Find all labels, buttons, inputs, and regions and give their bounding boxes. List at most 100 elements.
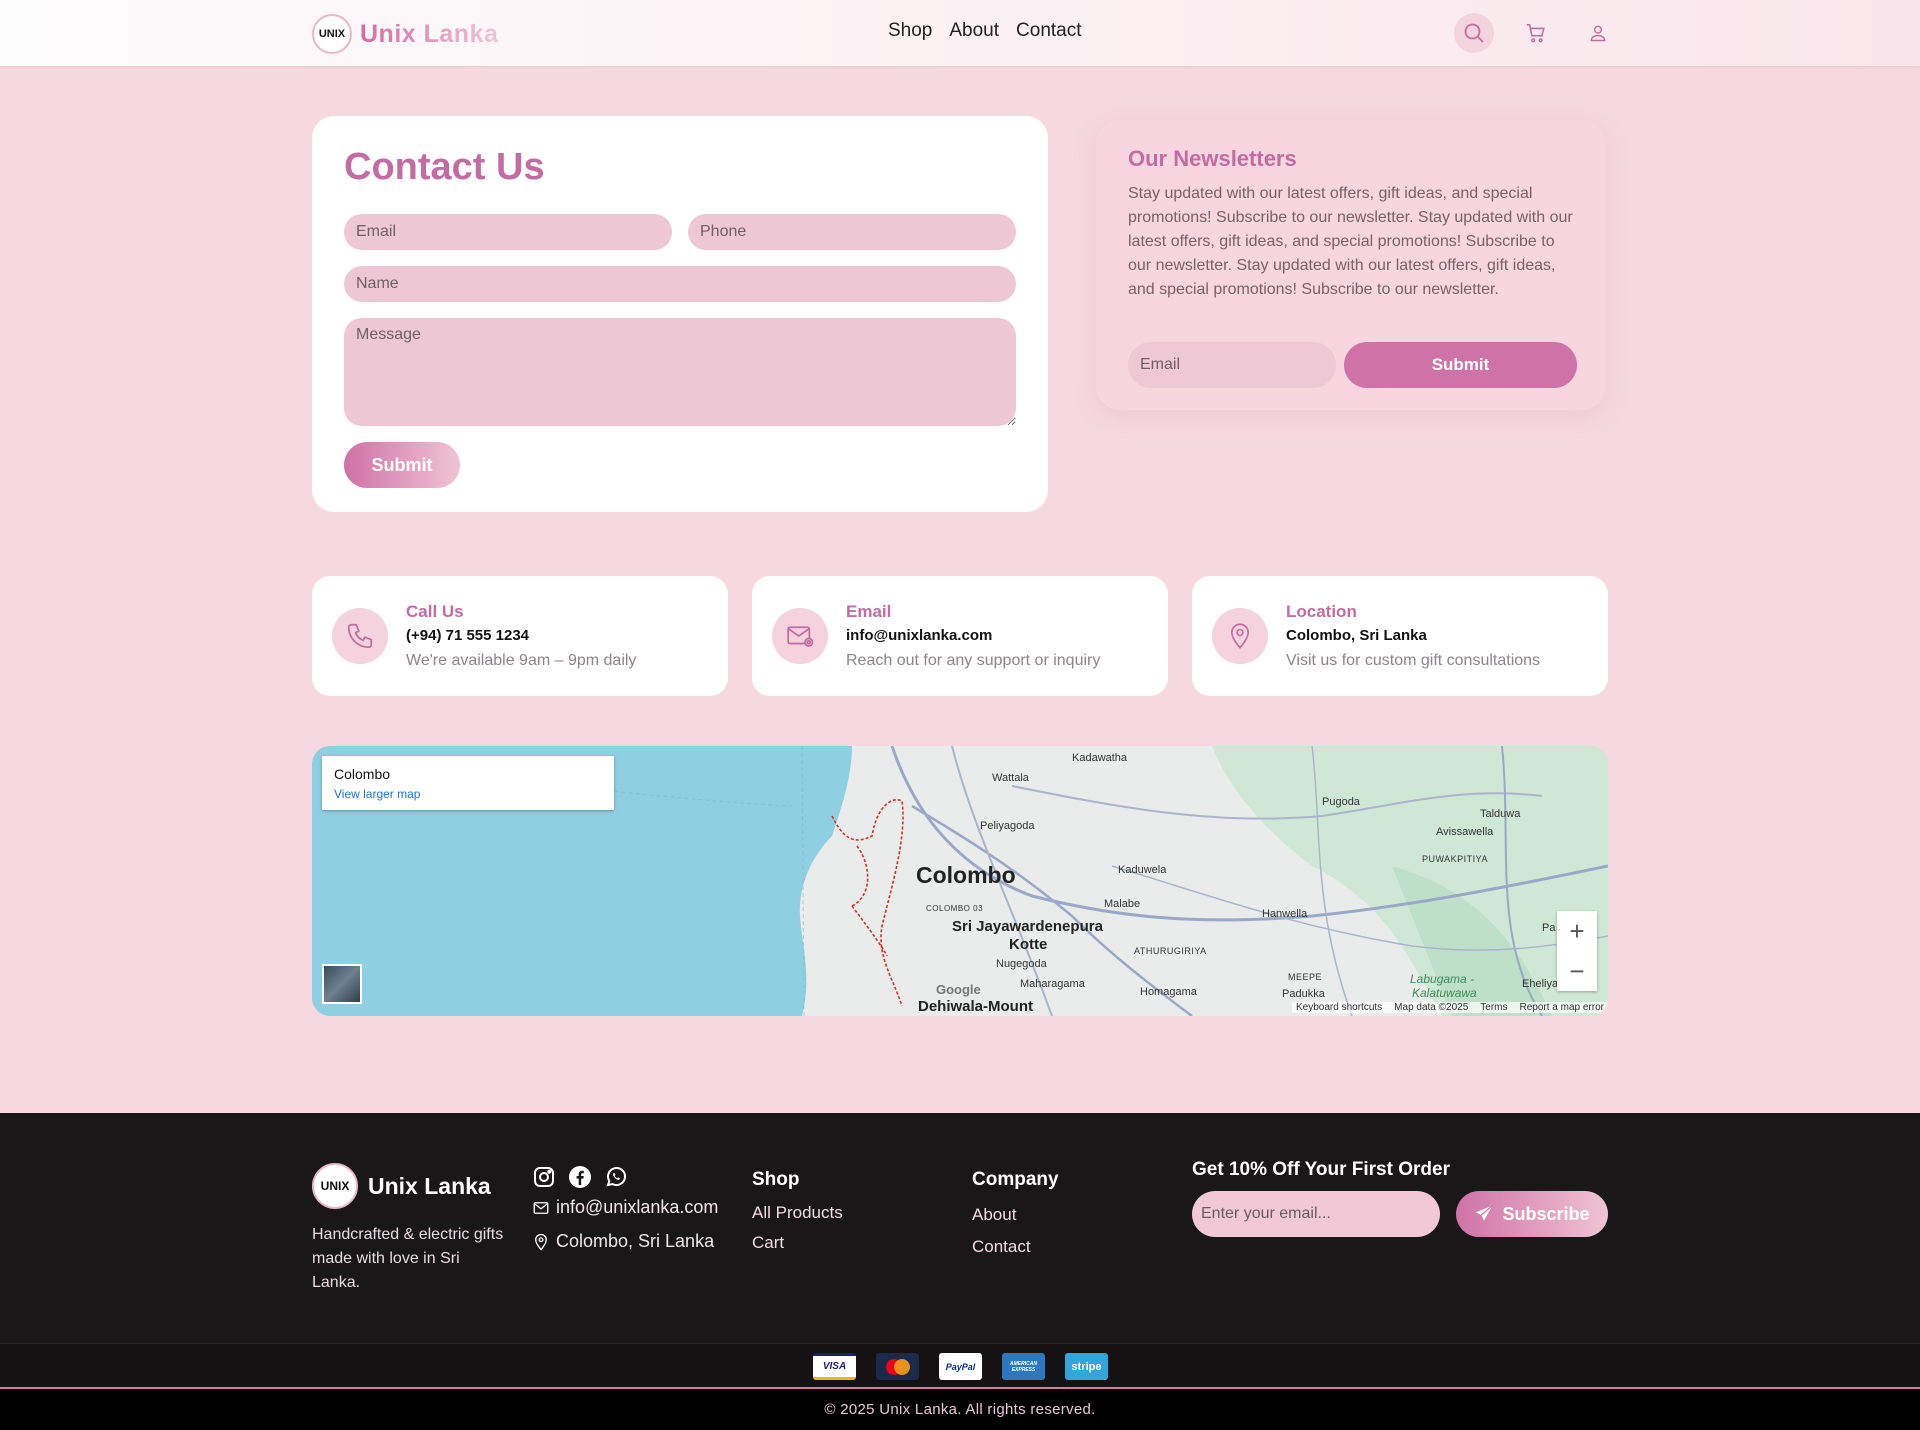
amex-icon: AMERICAN EXPRESS: [1002, 1353, 1045, 1380]
map-label: Nugegoda: [996, 958, 1047, 970]
site-header: UNIX Unix Lanka Shop About Contact: [0, 0, 1920, 66]
info-icon-wrap: [1212, 608, 1268, 664]
map-label: Kaduwela: [1118, 864, 1167, 876]
contact-form-card: Contact Us Submit: [312, 116, 1048, 512]
newsletter-email-field[interactable]: [1128, 342, 1336, 388]
email-address[interactable]: info@unixlanka.com: [846, 627, 992, 644]
social-links: [532, 1165, 628, 1189]
location-pin-icon: [535, 1233, 547, 1250]
map-label: MEEPE: [1288, 972, 1323, 982]
account-button[interactable]: [1578, 13, 1618, 53]
brand-logo[interactable]: UNIX Unix Lanka: [312, 14, 498, 54]
map-label: Pa: [1542, 922, 1556, 934]
map-label: Labugama -: [1410, 972, 1475, 986]
footer-brand-name: Unix Lanka: [368, 1172, 491, 1199]
payment-icons: VISA PayPal AMERICAN EXPRESS stripe: [813, 1353, 1108, 1380]
cart-button[interactable]: [1516, 13, 1556, 53]
info-card-email: Email info@unixlanka.com Reach out for a…: [752, 576, 1168, 696]
search-icon: [1464, 23, 1484, 43]
footer-link-all-products[interactable]: All Products: [752, 1203, 843, 1223]
map-label: Kalatuwawa: [1412, 986, 1477, 1000]
send-icon: [1476, 1205, 1494, 1221]
map-label: Peliyagoda: [980, 820, 1035, 832]
logo-badge: UNIX: [312, 1163, 358, 1209]
map-label: COLOMBO 03: [926, 904, 984, 913]
payment-methods-bar: VISA PayPal AMERICAN EXPRESS stripe: [0, 1343, 1920, 1389]
map-label-colombo: Colombo: [916, 862, 1016, 888]
info-subtext: We're available 9am – 9pm daily: [406, 652, 637, 669]
site-footer: UNIX Unix Lanka Handcrafted & electric g…: [0, 1113, 1920, 1343]
map-label: Wattala: [992, 772, 1029, 784]
info-card-location: Location Colombo, Sri Lanka Visit us for…: [1192, 576, 1608, 696]
map-place-card: Colombo View larger map: [322, 756, 614, 810]
view-larger-map-link[interactable]: View larger map: [334, 787, 420, 801]
footer-email-text[interactable]: info@unixlanka.com: [556, 1197, 718, 1218]
envelope-icon: [787, 626, 814, 647]
info-title: Call Us: [406, 602, 464, 621]
phone-number[interactable]: (+94) 71 555 1234: [406, 627, 529, 644]
map-label: Hanwella: [1262, 908, 1308, 920]
map-label: Eheliya: [1522, 978, 1559, 990]
info-title: Location: [1286, 602, 1357, 621]
footer-link-contact[interactable]: Contact: [972, 1237, 1031, 1257]
visa-icon: VISA: [813, 1353, 856, 1380]
footer-link-cart[interactable]: Cart: [752, 1233, 784, 1253]
map-label: Homagama: [1140, 986, 1197, 998]
map-label: ATHURUGIRIYA: [1134, 946, 1207, 956]
map-label-kotte: Sri Jayawardenepura: [952, 918, 1103, 935]
footer-subscribe-label: Subscribe: [1502, 1203, 1590, 1224]
map-label: Maharagama: [1020, 978, 1085, 990]
phone-field[interactable]: [688, 214, 1016, 250]
info-icon-wrap: [772, 608, 828, 664]
satellite-toggle[interactable]: [322, 964, 362, 1004]
map-zoom-controls: + −: [1557, 911, 1597, 991]
user-icon: [1590, 25, 1606, 42]
envelope-icon: [533, 1201, 549, 1214]
footer-location-text: Colombo, Sri Lanka: [556, 1231, 715, 1251]
email-field[interactable]: [344, 214, 672, 250]
map-label: PUWAKPITIYA: [1422, 854, 1489, 864]
zoom-out-button[interactable]: −: [1557, 951, 1597, 991]
instagram-icon[interactable]: [532, 1165, 556, 1189]
report-error-link[interactable]: Report a map error: [1520, 1002, 1604, 1013]
map-label-dehiwala: Dehiwala-Mount: [918, 998, 1033, 1015]
footer-email[interactable]: info@unixlanka.com: [532, 1197, 718, 1218]
map-place-title: Colombo: [334, 766, 391, 782]
info-subtext: Visit us for custom gift consultations: [1286, 652, 1541, 669]
map-label: Avissawella: [1436, 826, 1494, 838]
map-label: Talduwa: [1480, 808, 1521, 820]
copyright-bar: © 2025 Unix Lanka. All rights reserved.: [0, 1389, 1920, 1430]
logo-badge-text: UNIX: [318, 28, 346, 40]
nav-contact[interactable]: Contact: [1016, 20, 1081, 42]
message-field[interactable]: [344, 318, 1016, 426]
zoom-in-button[interactable]: +: [1557, 911, 1597, 951]
stripe-icon: stripe: [1065, 1353, 1108, 1380]
facebook-icon[interactable]: [568, 1165, 592, 1189]
footer-offer-title: Get 10% Off Your First Order: [1192, 1159, 1450, 1180]
nav-shop[interactable]: Shop: [888, 20, 932, 42]
newsletter-submit-button[interactable]: Submit: [1344, 342, 1577, 388]
map-label: Pugoda: [1322, 796, 1360, 808]
keyboard-shortcuts-link[interactable]: Keyboard shortcuts: [1296, 1002, 1382, 1013]
map-label: Malabe: [1104, 898, 1141, 910]
embedded-map[interactable]: Colombo Sri Jayawardenepura Kotte Dehiwa…: [312, 746, 1608, 1016]
map-data-text: Map data ©2025: [1394, 1002, 1469, 1013]
contact-submit-button[interactable]: Submit: [344, 442, 460, 488]
footer-subscribe-button[interactable]: Subscribe: [1456, 1191, 1608, 1237]
info-icon-wrap: [332, 608, 388, 664]
search-button[interactable]: [1454, 13, 1494, 53]
footer-email-input[interactable]: [1192, 1191, 1440, 1237]
brand-name[interactable]: Unix Lanka: [360, 20, 498, 49]
footer-logo[interactable]: UNIX Unix Lanka: [312, 1163, 491, 1209]
whatsapp-icon[interactable]: [604, 1165, 628, 1189]
name-field[interactable]: [344, 266, 1016, 302]
footer-link-about[interactable]: About: [972, 1205, 1016, 1225]
paypal-icon: PayPal: [939, 1353, 982, 1380]
copyright-text: © 2025 Unix Lanka. All rights reserved.: [824, 1401, 1096, 1418]
mastercard-icon: [876, 1353, 919, 1380]
terms-link[interactable]: Terms: [1480, 1002, 1507, 1013]
footer-shop-title: Shop: [752, 1169, 800, 1190]
nav-about[interactable]: About: [949, 20, 999, 42]
map-label-kotte-2: Kotte: [1009, 936, 1048, 953]
map-attribution: Keyboard shortcuts Map data ©2025 Terms Rep…: [1292, 1002, 1608, 1013]
